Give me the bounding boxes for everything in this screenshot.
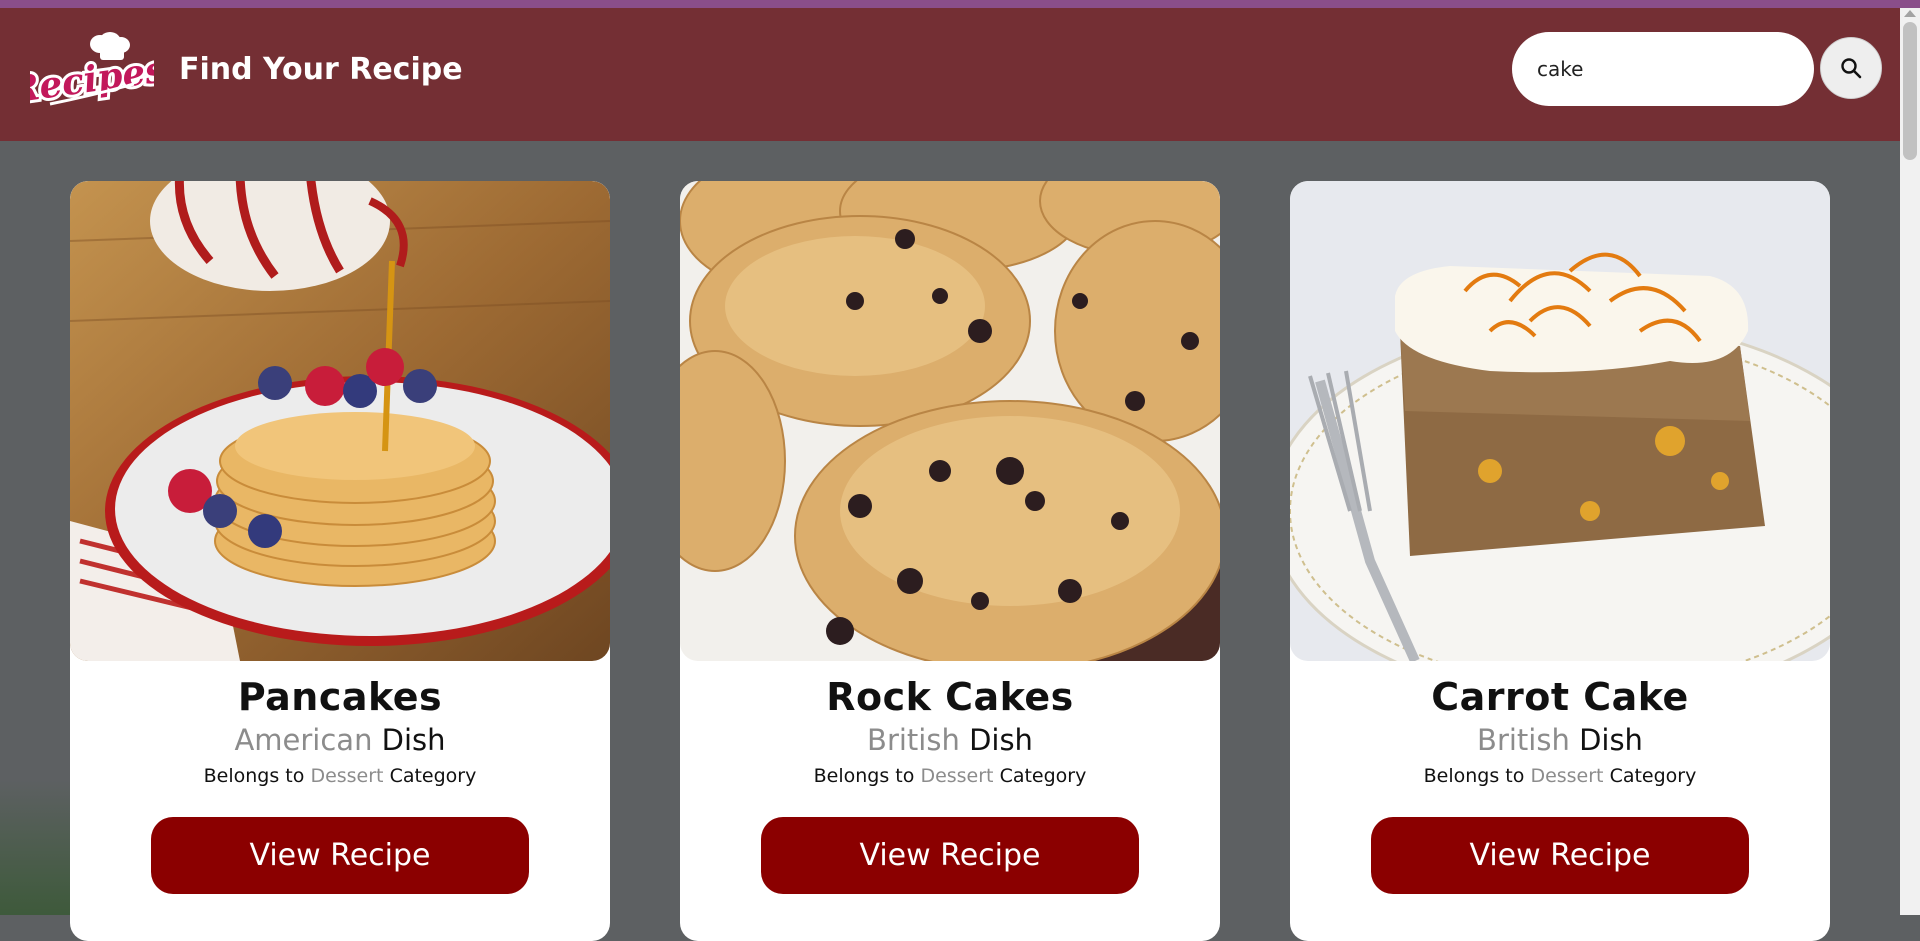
cuisine-area: American xyxy=(234,723,373,757)
category-label: Category xyxy=(999,765,1087,787)
category-name: Dessert xyxy=(310,765,384,787)
recipe-card: Carrot Cake British Dish Belongs to Dess… xyxy=(1290,181,1830,941)
logo-wordmark: Recipes xyxy=(30,48,154,110)
recipe-category: Belongs to Dessert Category xyxy=(680,765,1220,787)
recipe-cuisine: British Dish xyxy=(680,723,1220,757)
belongs-label: Belongs to xyxy=(813,765,915,787)
recipe-title: Rock Cakes xyxy=(826,675,1074,719)
category-label: Category xyxy=(389,765,477,787)
recipe-image xyxy=(70,181,610,661)
search-input[interactable] xyxy=(1512,32,1814,106)
recipes-logo[interactable]: Recipes Recipes xyxy=(3,30,171,115)
site-header: Recipes Recipes Find Your Recipe xyxy=(0,8,1900,141)
recipe-title: Carrot Cake xyxy=(1431,675,1689,719)
recipe-card: Rock Cakes British Dish Belongs to Desse… xyxy=(680,181,1220,941)
dish-label: Dish xyxy=(381,723,446,757)
cuisine-area: British xyxy=(867,723,960,757)
recipe-cuisine: British Dish xyxy=(1290,723,1830,757)
recipe-cuisine: American Dish xyxy=(70,723,610,757)
recipe-category: Belongs to Dessert Category xyxy=(70,765,610,787)
view-recipe-button[interactable]: View Recipe xyxy=(1371,817,1749,894)
background-foliage xyxy=(0,780,80,915)
category-name: Dessert xyxy=(1530,765,1604,787)
scroll-up-arrow-icon[interactable] xyxy=(1904,10,1916,17)
category-name: Dessert xyxy=(920,765,994,787)
recipe-title: Pancakes xyxy=(237,675,443,719)
view-recipe-button[interactable]: View Recipe xyxy=(761,817,1139,894)
chef-hat-icon: Recipes Recipes xyxy=(3,32,171,115)
cuisine-area: British xyxy=(1477,723,1570,757)
category-label: Category xyxy=(1609,765,1697,787)
browser-top-strip xyxy=(0,0,1920,8)
view-recipe-button[interactable]: View Recipe xyxy=(151,817,529,894)
search-button[interactable] xyxy=(1820,37,1882,99)
recipe-image xyxy=(680,181,1220,661)
belongs-label: Belongs to xyxy=(1423,765,1525,787)
dish-label: Dish xyxy=(969,723,1033,757)
page-title: Find Your Recipe xyxy=(179,52,463,87)
recipe-image xyxy=(1290,181,1830,661)
belongs-label: Belongs to xyxy=(203,765,305,787)
recipe-category: Belongs to Dessert Category xyxy=(1290,765,1830,787)
search-icon xyxy=(1841,58,1862,79)
scrollbar-thumb[interactable] xyxy=(1903,22,1917,160)
recipe-card: Pancakes American Dish Belongs to Desser… xyxy=(70,181,610,941)
dish-label: Dish xyxy=(1579,723,1643,757)
